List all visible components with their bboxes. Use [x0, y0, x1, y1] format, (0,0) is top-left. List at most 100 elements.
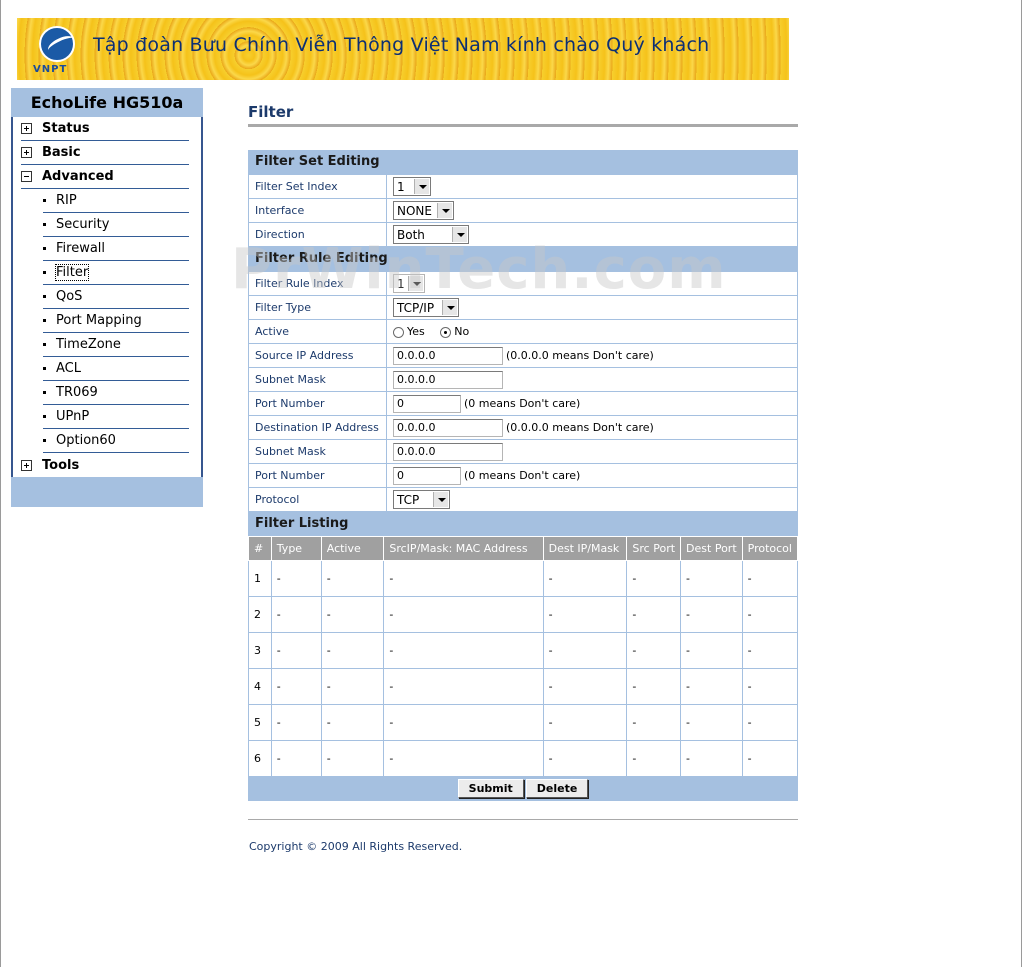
table-cell: - — [270, 560, 322, 597]
destination-ip-field[interactable]: 0.0.0.0 — [393, 418, 503, 437]
banner-greeting: Tập đoàn Bưu Chính Viễn Thông Việt Nam k… — [93, 34, 710, 56]
bullet-icon — [43, 319, 46, 322]
header-banner: VNPT Tập đoàn Bưu Chính Viễn Thông Việt … — [17, 18, 789, 80]
table-cell: - — [542, 668, 628, 705]
section-filter-rule: Filter Rule Editing — [248, 247, 798, 271]
field-label: Interface — [248, 198, 387, 223]
device-name: EchoLife HG510a — [11, 88, 203, 117]
radio-label: Yes — [407, 325, 425, 338]
table-cell: 4 — [248, 668, 272, 705]
sidebar-subitem-port-mapping[interactable]: Port Mapping — [43, 309, 189, 333]
chevron-down-icon — [408, 276, 423, 291]
sidebar-subitem-filter[interactable]: Filter — [43, 261, 189, 285]
copyright-text: Copyright © 2009 All Rights Reserved. — [249, 840, 463, 853]
column-header: Active — [320, 536, 385, 561]
sidebar-subitem-option60[interactable]: Option60 — [43, 429, 189, 453]
filter-rule-form: Filter Rule Index 1 Filter Type TCP/IP A… — [248, 271, 798, 512]
radio-label: No — [454, 325, 470, 338]
delete-button[interactable]: Delete — [525, 779, 589, 798]
bullet-icon — [43, 295, 46, 298]
section-filter-set: Filter Set Editing — [248, 150, 798, 174]
table-cell: 1 — [248, 560, 272, 597]
sidebar-subitem-acl[interactable]: ACL — [43, 357, 189, 381]
table-row: 5------- — [248, 704, 799, 741]
column-header: Src Port — [626, 536, 682, 561]
bullet-icon — [43, 439, 46, 442]
active-no-radio[interactable] — [440, 326, 452, 338]
table-cell: - — [270, 596, 322, 633]
bullet-icon — [43, 271, 46, 274]
sidebar-subitem-qos[interactable]: QoS — [43, 285, 189, 309]
bullet-icon — [43, 247, 46, 250]
table-cell: - — [320, 704, 385, 741]
column-header: Dest IP/Mask — [542, 536, 628, 561]
button-bar: Submit Delete — [248, 777, 798, 801]
sidebar-item-advanced[interactable]: Advanced — [21, 165, 189, 189]
sidebar: EchoLife HG510a Status Basic Advanced RI… — [11, 88, 203, 507]
table-cell: 5 — [248, 704, 272, 741]
column-header: Dest Port — [680, 536, 743, 561]
sidebar-item-label: Basic — [42, 145, 81, 160]
field-label: Port Number — [248, 463, 387, 488]
chevron-down-icon — [442, 300, 457, 315]
section-filter-listing: Filter Listing — [248, 512, 798, 536]
table-row: 2------- — [248, 596, 799, 633]
source-port-field[interactable]: 0 — [393, 394, 461, 413]
field-label: Destination IP Address — [248, 415, 387, 440]
direction-select[interactable]: Both — [393, 225, 469, 244]
sidebar-subitem-firewall[interactable]: Firewall — [43, 237, 189, 261]
table-cell: - — [626, 740, 682, 777]
field-label: Filter Rule Index — [248, 271, 387, 296]
sidebar-item-basic[interactable]: Basic — [21, 141, 189, 165]
field-label: Subnet Mask — [248, 439, 387, 464]
sidebar-item-label: Advanced — [42, 169, 114, 184]
filter-type-select[interactable]: TCP/IP — [393, 298, 459, 317]
sidebar-footer — [11, 477, 203, 507]
table-cell: - — [680, 560, 743, 597]
table-cell: - — [741, 632, 799, 669]
table-row: 3------- — [248, 632, 799, 669]
bullet-icon — [43, 391, 46, 394]
bullet-icon — [43, 415, 46, 418]
protocol-select[interactable]: TCP — [393, 490, 450, 509]
source-mask-field[interactable]: 0.0.0.0 — [393, 370, 503, 389]
filter-listing-table: # Type Active SrcIP/Mask: MAC Address De… — [248, 536, 799, 777]
table-cell: 2 — [248, 596, 272, 633]
table-cell: - — [741, 596, 799, 633]
destination-port-field[interactable]: 0 — [393, 466, 461, 485]
source-ip-field[interactable]: 0.0.0.0 — [393, 346, 503, 365]
field-label: Active — [248, 319, 387, 344]
sidebar-item-status[interactable]: Status — [21, 117, 189, 141]
filter-set-index-select[interactable]: 1 — [393, 177, 431, 196]
sidebar-item-label: Tools — [42, 457, 80, 473]
table-cell: - — [270, 704, 322, 741]
destination-mask-field[interactable]: 0.0.0.0 — [393, 442, 503, 461]
bullet-icon — [43, 343, 46, 346]
field-label: Filter Set Index — [248, 174, 387, 199]
field-label: Filter Type — [248, 295, 387, 320]
table-row: 6------- — [248, 740, 799, 777]
table-cell: - — [741, 668, 799, 705]
table-cell: - — [270, 740, 322, 777]
sidebar-item-tools[interactable]: Tools — [21, 453, 189, 477]
chevron-down-icon — [414, 179, 429, 194]
table-cell: 6 — [248, 740, 272, 777]
sidebar-subitem-security[interactable]: Security — [43, 213, 189, 237]
sidebar-subitem-upnp[interactable]: UPnP — [43, 405, 189, 429]
table-cell: - — [680, 596, 743, 633]
table-cell: - — [383, 740, 544, 777]
table-cell: - — [680, 668, 743, 705]
table-cell: - — [383, 632, 544, 669]
column-header: Protocol — [741, 536, 799, 561]
column-header: # — [248, 536, 272, 561]
table-cell: - — [320, 560, 385, 597]
filter-set-form: Filter Set Index 1 Interface NONE Direct… — [248, 174, 798, 247]
filter-rule-index-select[interactable]: 1 — [393, 274, 425, 293]
active-yes-radio[interactable] — [393, 326, 404, 338]
field-label: Port Number — [248, 391, 387, 416]
sidebar-subitem-rip[interactable]: RIP — [43, 189, 189, 213]
sidebar-subitem-timezone[interactable]: TimeZone — [43, 333, 189, 357]
sidebar-subitem-tr069[interactable]: TR069 — [43, 381, 189, 405]
submit-button[interactable]: Submit — [457, 779, 524, 798]
interface-select[interactable]: NONE — [393, 201, 454, 220]
